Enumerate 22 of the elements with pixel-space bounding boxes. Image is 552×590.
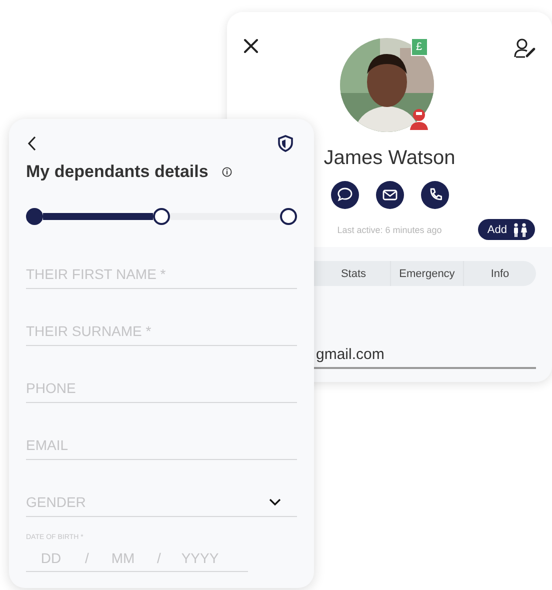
date-separator: /	[156, 550, 162, 566]
person-name: James Watson	[324, 146, 456, 170]
date-separator: /	[84, 550, 90, 566]
chevron-down-icon	[269, 498, 281, 506]
shield-icon	[278, 135, 293, 152]
tab[interactable]: Info	[463, 261, 536, 286]
person-badge-icon	[408, 108, 428, 130]
edit-user-icon[interactable]	[514, 38, 536, 58]
phone-button[interactable]	[420, 181, 448, 209]
add-button[interactable]: Add	[478, 219, 535, 240]
pound-badge: £	[410, 38, 428, 56]
tab[interactable]: Stats	[317, 261, 390, 286]
back-icon[interactable]	[27, 136, 36, 151]
form-title: My dependants details	[26, 162, 208, 182]
close-icon[interactable]	[243, 38, 259, 54]
people-icon	[512, 222, 528, 236]
info-icon[interactable]	[222, 167, 232, 177]
email-value: gmail.com	[316, 346, 384, 363]
tab[interactable]: Emergency	[390, 261, 463, 286]
last-active-text: Last active: 6 minutes ago	[337, 224, 442, 234]
mail-button[interactable]	[376, 181, 404, 209]
chat-button[interactable]	[330, 181, 358, 209]
